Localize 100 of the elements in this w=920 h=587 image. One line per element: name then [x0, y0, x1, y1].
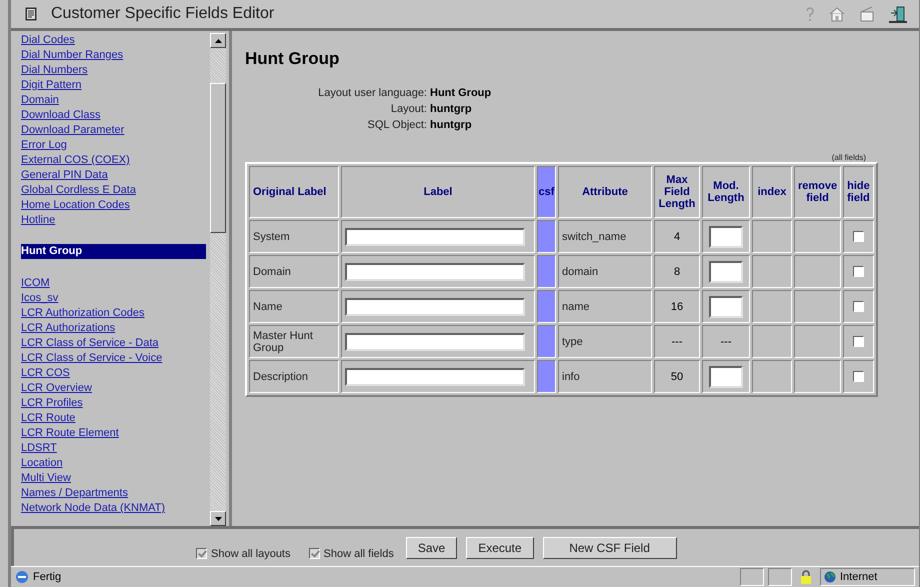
status-pane — [740, 568, 764, 586]
sidebar-link[interactable]: LCR Authorization Codes — [21, 306, 210, 321]
sidebar-link[interactable]: Dial Codes — [21, 33, 210, 48]
sidebar-link[interactable]: Dial Number Ranges — [21, 48, 210, 63]
table-cell: 16 — [654, 290, 700, 323]
column-header: csf — [537, 166, 556, 218]
option-label: Show all layouts — [211, 548, 290, 560]
exit-door-icon[interactable] — [889, 5, 907, 23]
label-input-field[interactable] — [345, 228, 525, 246]
table-cell: Description — [249, 360, 339, 393]
hide-checkbox[interactable] — [852, 301, 864, 312]
table-cell: Name — [249, 290, 339, 323]
window-title: Customer Specific Fields Editor — [51, 5, 274, 23]
lock-icon — [800, 570, 812, 584]
action-button[interactable]: Save — [406, 536, 458, 558]
sidebar-link[interactable]: LCR COS — [21, 366, 210, 381]
scrollbar[interactable] — [210, 33, 226, 526]
sidebar-link[interactable]: LCR Class of Service - Data — [21, 336, 210, 351]
sidebar-link[interactable]: ICOM — [21, 276, 210, 291]
sidebar-link[interactable]: Hunt Group — [21, 244, 206, 259]
column-header: Original Label — [249, 166, 339, 218]
action-button[interactable]: Execute — [466, 536, 534, 558]
table-cell: domain — [558, 255, 652, 288]
sidebar-link[interactable]: Download Parameter — [21, 123, 210, 138]
column-header: hide field — [843, 166, 874, 218]
action-button[interactable]: New CSF Field — [542, 536, 677, 558]
folder-icon[interactable] — [859, 6, 875, 22]
label-input-field[interactable] — [345, 262, 525, 280]
table-cell: 4 — [654, 220, 700, 253]
sidebar-link[interactable]: External COS (COEX) — [21, 153, 210, 168]
globe-icon — [824, 571, 836, 583]
scroll-up-icon[interactable] — [210, 33, 226, 48]
csf-cell — [537, 220, 556, 253]
option-checkbox[interactable] — [196, 548, 207, 559]
sidebar-link[interactable]: LCR Route Element — [21, 426, 210, 441]
sidebar-link[interactable]: General PIN Data — [21, 168, 210, 183]
sidebar-link[interactable]: Dial Numbers — [21, 63, 210, 78]
table-cell: --- — [654, 325, 700, 358]
sidebar-link[interactable]: Network Node Data (KNMAT) — [21, 501, 210, 516]
info-label: Layout: — [390, 103, 427, 115]
label-input-field[interactable] — [345, 298, 525, 316]
table-cell: --- — [702, 325, 750, 358]
length-input-field[interactable] — [709, 226, 743, 248]
scroll-down-icon[interactable] — [210, 511, 226, 526]
info-value: Hunt Group — [430, 87, 492, 99]
info-label: SQL Object: — [367, 119, 427, 131]
table-cell: Master Hunt Group — [249, 325, 339, 358]
sidebar-link[interactable]: Multi View — [21, 471, 210, 486]
length-input-field[interactable] — [709, 296, 743, 318]
zone-text: Internet — [840, 571, 878, 583]
csf-cell — [537, 360, 556, 393]
table-cell: 8 — [654, 255, 700, 288]
sidebar-link[interactable]: LCR Class of Service - Voice — [21, 351, 210, 366]
hide-checkbox[interactable] — [852, 336, 864, 348]
csf-cell — [537, 255, 556, 288]
sidebar-link[interactable]: Location — [21, 456, 210, 471]
sidebar-link[interactable]: Home Location Codes — [21, 198, 210, 213]
label-input-field[interactable] — [345, 332, 525, 350]
table-cell: 50 — [654, 360, 700, 393]
table-cell: System — [249, 220, 339, 253]
browser-icon — [15, 570, 29, 584]
column-header: Attribute — [558, 166, 652, 218]
sidebar-link[interactable]: LCR Route — [21, 411, 210, 426]
info-value: huntgrp — [430, 119, 472, 131]
hide-checkbox[interactable] — [852, 266, 864, 278]
csf-cell — [537, 290, 556, 323]
length-input-field[interactable] — [709, 366, 743, 388]
sidebar-link[interactable]: LDSRT — [21, 441, 210, 456]
status-pane — [768, 568, 792, 586]
option-checkbox[interactable] — [308, 548, 320, 559]
column-header: Mod. Length — [702, 166, 750, 218]
sidebar-link[interactable]: Names / Departments — [21, 486, 210, 501]
column-header: index — [752, 166, 792, 218]
hide-checkbox[interactable] — [852, 231, 864, 242]
length-input-field[interactable] — [709, 260, 743, 282]
sidebar-link[interactable]: LCR Authorizations — [21, 321, 210, 336]
column-header: Label — [341, 166, 535, 218]
home-icon[interactable] — [829, 6, 845, 22]
sidebar-link[interactable]: Hotline — [21, 213, 210, 228]
table-cell: switch_name — [558, 220, 652, 253]
sidebar-link[interactable]: Error Log — [21, 138, 210, 153]
info-value: huntgrp — [430, 103, 472, 115]
label-input-field[interactable] — [345, 368, 525, 386]
sidebar-link[interactable]: Domain — [21, 93, 210, 108]
all-fields-link[interactable]: (all fields) — [832, 153, 866, 162]
table-cell: type — [558, 325, 652, 358]
csf-cell — [537, 325, 556, 358]
sidebar-link[interactable]: LCR Profiles — [21, 396, 210, 411]
option-label: Show all fields — [324, 548, 394, 560]
sidebar-link[interactable]: Download Class — [21, 108, 210, 123]
sidebar-link[interactable]: Global Cordless E Data — [21, 183, 210, 198]
table-cell: info — [558, 360, 652, 393]
status-text: Fertig — [33, 571, 62, 583]
sidebar-link[interactable]: LCR Overview — [21, 381, 210, 396]
scroll-thumb[interactable] — [210, 83, 226, 233]
column-header: remove field — [794, 166, 842, 218]
sidebar-link[interactable]: Digit Pattern — [21, 78, 210, 93]
sidebar-link[interactable]: Icos_sv — [21, 291, 210, 306]
hide-checkbox[interactable] — [852, 371, 864, 382]
page-heading: Hunt Group — [245, 49, 340, 69]
